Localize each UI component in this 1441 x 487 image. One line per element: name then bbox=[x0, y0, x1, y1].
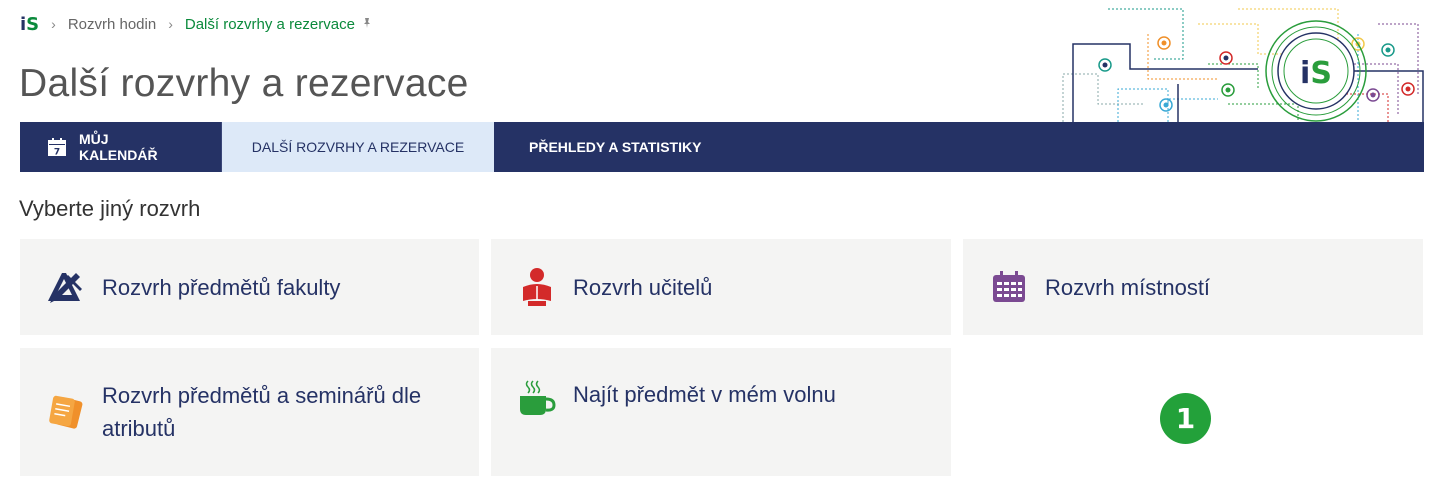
step-number-badge: 1 bbox=[1160, 393, 1211, 444]
card-label: Rozvrh místností bbox=[1045, 274, 1211, 300]
breadcrumb-current: Další rozvrhy a rezervace bbox=[184, 15, 355, 33]
tab-muj-kalendar[interactable]: 7 MŮJ KALENDÁŘ bbox=[20, 122, 222, 172]
card-label: Najít předmět v mém volnu bbox=[573, 382, 836, 407]
tab-dalsi-rozvrhy[interactable]: DALŠÍ ROZVRHY A REZERVACE bbox=[222, 122, 495, 172]
breadcrumb: iS › Rozvrh hodin › Další rozvrhy a reze… bbox=[20, 12, 373, 36]
pencil-ruler-icon bbox=[46, 267, 86, 307]
tab-label: PŘEHLEDY A STATISTIKY bbox=[529, 139, 702, 155]
breadcrumb-rozvrh-hodin[interactable]: Rozvrh hodin bbox=[68, 16, 156, 33]
room-calendar-icon bbox=[989, 267, 1029, 307]
card-label: Rozvrh učitelů bbox=[573, 274, 713, 300]
chevron-right-icon: › bbox=[51, 16, 56, 32]
tab-label: MŮJ KALENDÁŘ bbox=[79, 131, 158, 163]
card-label: Rozvrh předmětů a seminářů dle atributů bbox=[102, 383, 422, 441]
main-tabbar: 7 MŮJ KALENDÁŘ DALŠÍ ROZVRHY A REZERVACE… bbox=[20, 122, 1424, 172]
teacher-reading-icon bbox=[517, 267, 557, 307]
card-rozvrh-mistnosti[interactable]: Rozvrh místností bbox=[963, 239, 1423, 335]
card-label: Rozvrh předmětů fakulty bbox=[102, 274, 341, 300]
card-rozvrh-dle-atributu[interactable]: Rozvrh předmětů a seminářů dle atributů bbox=[20, 348, 479, 476]
header-circuit-illustration: iS bbox=[1062, 8, 1424, 122]
svg-text:7: 7 bbox=[54, 148, 60, 158]
tab-label: DALŠÍ ROZVRHY A REZERVACE bbox=[251, 139, 465, 155]
section-heading: Vyberte jiný rozvrh bbox=[19, 196, 201, 221]
coffee-cup-icon bbox=[517, 378, 557, 418]
card-rozvrh-ucitelu[interactable]: Rozvrh učitelů bbox=[491, 239, 951, 335]
chevron-right-icon: › bbox=[168, 16, 173, 32]
calendar-icon: 7 bbox=[47, 137, 67, 158]
pin-icon[interactable] bbox=[361, 17, 373, 32]
card-najit-predmet-volno[interactable]: Najít předmět v mém volnu bbox=[491, 348, 951, 476]
card-rozvrh-predmetu-fakulty[interactable]: Rozvrh předmětů fakulty bbox=[20, 239, 479, 335]
is-logo[interactable]: iS bbox=[20, 14, 39, 35]
notes-icon bbox=[46, 392, 86, 432]
page-title: Další rozvrhy a rezervace bbox=[19, 62, 469, 105]
svg-text:iS: iS bbox=[1300, 56, 1332, 91]
tab-prehledy-statistiky[interactable]: PŘEHLEDY A STATISTIKY bbox=[495, 122, 735, 172]
